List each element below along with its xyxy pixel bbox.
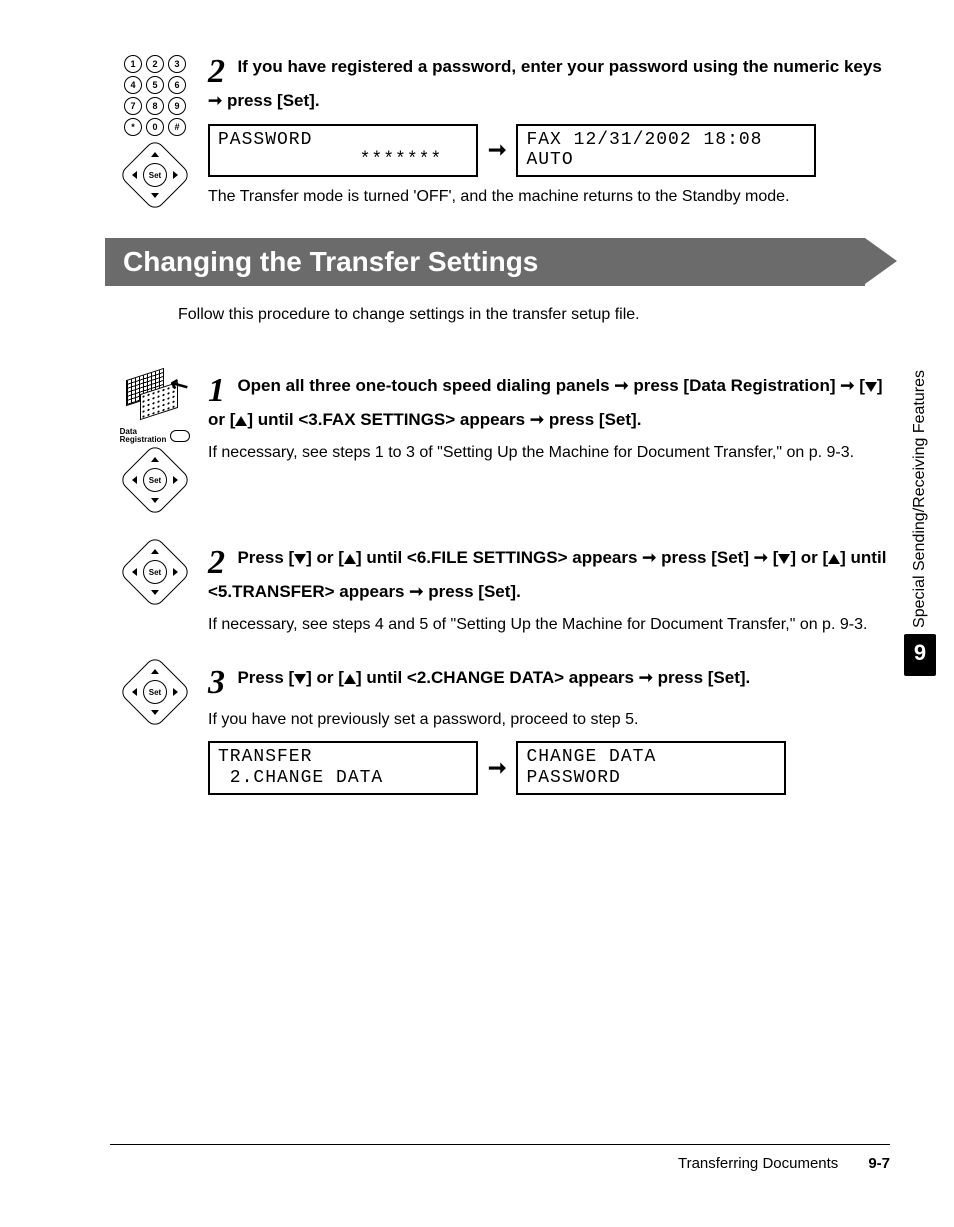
right-arrow-icon: ➞ (754, 548, 768, 567)
step-number: 2 (208, 55, 225, 89)
right-arrow-icon: ➞ (642, 548, 656, 567)
lcd-line: PASSWORD (526, 768, 776, 789)
right-arrow-icon: ➞ (840, 376, 854, 395)
icon-column: ↖ Data Registration Set (110, 374, 200, 506)
chapter-side-tab: Special Sending/Receiving Features 9 (904, 370, 936, 676)
t: Press [ (237, 548, 294, 567)
up-triangle-icon (828, 554, 840, 564)
t: ] until <6.FILE SETTINGS> appears (356, 548, 642, 567)
step-number: 2 (208, 546, 225, 580)
lcd-line: TRANSFER (218, 747, 468, 768)
set-label: Set (143, 468, 167, 492)
footer-title: Transferring Documents (678, 1155, 838, 1172)
step-number: 1 (208, 374, 225, 408)
up-triangle-icon (344, 674, 356, 684)
step-top-2: 123 456 789 *0# Set 2 If you have regist… (110, 55, 890, 208)
icon-column: Set (110, 546, 200, 598)
section-intro: Follow this procedure to change settings… (178, 306, 890, 324)
lcd-display-1: TRANSFER 2.CHANGE DATA (208, 741, 478, 794)
lcd-line: 2.CHANGE DATA (218, 768, 468, 789)
instruction-text: Press [ ] or [ ] until <6.FILE SETTINGS> a… (208, 548, 886, 601)
dpad-set-icon: Set (129, 149, 181, 201)
lcd-line: ******* (218, 150, 468, 171)
step-note: If you have not previously set a passwor… (208, 708, 890, 731)
step-number: 3 (208, 666, 225, 700)
lcd-line: CHANGE DATA (526, 747, 776, 768)
t: ] or [ (790, 548, 828, 567)
lcd-display-1: PASSWORD ******* (208, 124, 478, 177)
data-reg-label: Data Registration (120, 428, 167, 444)
lcd-row: TRANSFER 2.CHANGE DATA ➞ CHANGE DATAPASS… (208, 741, 890, 794)
lcd-line: AUTO (526, 150, 806, 171)
data-registration-icon: Data Registration (120, 428, 191, 444)
page-footer: Transferring Documents 9-7 (110, 1144, 890, 1172)
lcd-display-2: FAX 12/31/2002 18:08AUTO (516, 124, 816, 177)
step-3: Set 3 Press [ ] or [ ] until <2.CHANGE DAT… (110, 666, 890, 795)
chapter-label: Special Sending/Receiving Features (911, 370, 929, 628)
t: press [Data Registration] (629, 376, 841, 395)
t: Open all three one-touch speed dialing p… (237, 376, 614, 395)
step-note: If necessary, see steps 4 and 5 of "Sett… (208, 613, 890, 636)
instruction-text: Open all three one-touch speed dialing p… (208, 376, 883, 429)
t: ] until <3.FAX SETTINGS> appears (247, 410, 529, 429)
icon-column: Set (110, 666, 200, 718)
step-1: ↖ Data Registration Set 1 Open all three… (110, 374, 890, 506)
t: Press [ (237, 668, 294, 687)
t: press [Set] (656, 548, 753, 567)
dpad-set-icon: Set (129, 454, 181, 506)
lcd-line: FAX 12/31/2002 18:08 (526, 130, 806, 151)
t: press [Set]. (424, 582, 521, 601)
chapter-number: 9 (904, 634, 936, 676)
right-arrow-icon: ➞ (488, 755, 506, 781)
step-note: If necessary, see steps 1 to 3 of "Setti… (208, 441, 890, 464)
t: press [Set]. (653, 668, 750, 687)
instr-post: press [Set]. (222, 91, 319, 110)
right-arrow-icon: ➞ (530, 410, 544, 429)
dpad-set-icon: Set (129, 546, 181, 598)
t: ] or [ (306, 668, 344, 687)
lcd-display-2: CHANGE DATAPASSWORD (516, 741, 786, 794)
step-note: The Transfer mode is turned 'OFF', and t… (208, 185, 890, 208)
instruction-text: If you have registered a password, enter… (208, 57, 882, 110)
dpad-set-icon: Set (129, 666, 181, 718)
up-triangle-icon (344, 554, 356, 564)
icon-column: 123 456 789 *0# Set (110, 55, 200, 201)
t: ] or [ (306, 548, 344, 567)
down-triangle-icon (865, 382, 877, 392)
step-2: Set 2 Press [ ] or [ ] until <6.FILE SETTI… (110, 546, 890, 636)
down-triangle-icon (778, 554, 790, 564)
numeric-keypad-icon: 123 456 789 *0# (120, 55, 190, 139)
right-arrow-icon: ➞ (208, 91, 222, 110)
instruction-text: Press [ ] or [ ] until <2.CHANGE DATA> app… (237, 668, 750, 687)
right-arrow-icon: ➞ (488, 137, 506, 163)
down-triangle-icon (294, 554, 306, 564)
right-arrow-icon: ➞ (639, 668, 653, 687)
lcd-line: PASSWORD (218, 130, 468, 151)
t: [ (854, 376, 864, 395)
section-heading: Changing the Transfer Settings (105, 238, 865, 286)
page-number: 9-7 (868, 1155, 890, 1172)
right-arrow-icon: ➞ (614, 376, 628, 395)
instr-pre: If you have registered a password, enter… (237, 57, 881, 76)
up-triangle-icon (235, 416, 247, 426)
lcd-row: PASSWORD ******* ➞ FAX 12/31/2002 18:08A… (208, 124, 890, 177)
right-arrow-icon: ➞ (409, 582, 423, 601)
t: [ (768, 548, 778, 567)
t: press [Set]. (544, 410, 641, 429)
t: ] until <2.CHANGE DATA> appears (356, 668, 639, 687)
down-triangle-icon (294, 674, 306, 684)
speed-dial-panels-icon: ↖ (126, 374, 184, 418)
